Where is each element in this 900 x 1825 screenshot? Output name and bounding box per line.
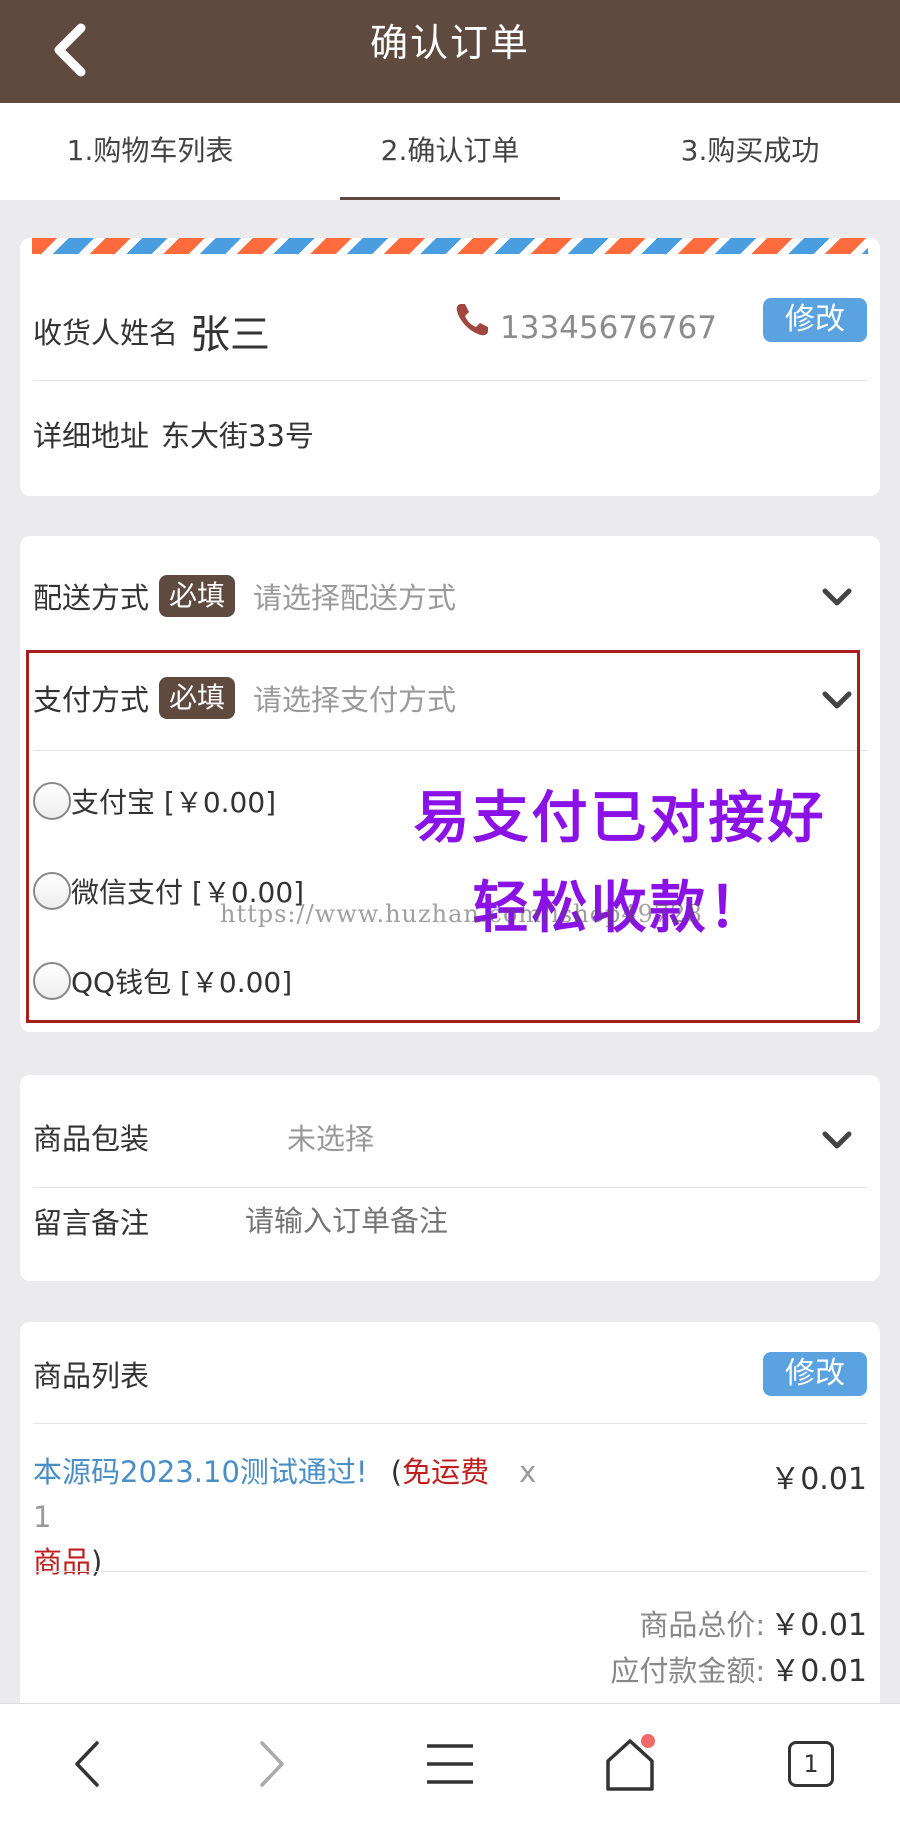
step-purchase-success[interactable]: 3.购买成功 [600,103,900,200]
watermark: https://www.huzhan.com/ishop49728 [220,900,703,928]
product-list-card: 商品列表 修改 本源码2023.10测试通过! (免运费 x 1 商品) ￥0.0… [20,1322,880,1712]
tabs-icon: 1 [788,1741,834,1787]
packaging-value: 未选择 [287,1122,375,1156]
product-list-title: 商品列表 [33,1359,150,1393]
payable-amount-value: ￥0.01 [770,1654,867,1689]
order-note-label: 留言备注 [33,1206,150,1240]
edit-products-button[interactable]: 修改 [763,1352,867,1396]
free-shipping-tag: 免运费 [402,1455,490,1489]
divider [33,1187,867,1188]
total-price-label: 商品总价: [639,1608,766,1642]
chevron-left-icon [75,1741,99,1787]
order-note-input[interactable] [245,1196,805,1246]
page-title: 确认订单 [369,21,530,65]
home-icon [606,1734,655,1791]
step-cart-list[interactable]: 1.购物车列表 [0,103,300,200]
address-label: 详细地址 [33,419,150,453]
divider [33,380,867,381]
envelope-stripe [32,238,868,254]
delivery-method-row[interactable]: 配送方式 必填 请选择配送方式 [33,566,867,626]
packaging-row[interactable]: 商品包装 未选择 [33,1107,867,1167]
recipient-name-label: 收货人姓名 [33,316,179,350]
browser-menu-button[interactable] [405,1724,495,1804]
browser-home-button[interactable] [585,1724,675,1804]
phone-number: 13345676767 [500,310,717,346]
extras-card: 商品包装 未选择 留言备注 [20,1075,880,1281]
step-confirm-order[interactable]: 2.确认订单 [300,103,600,200]
product-name[interactable]: 本源码2023.10测试通过! [33,1455,368,1489]
delivery-method-placeholder: 请选择配送方式 [253,581,457,615]
total-price-value: ￥0.01 [770,1608,867,1643]
product-price: ￥0.01 [770,1462,867,1497]
chevron-down-icon [822,588,852,606]
packaging-label: 商品包装 [33,1122,150,1156]
phone-icon [456,304,488,336]
payable-amount-row: 应付款金额: ￥0.01 [610,1646,867,1690]
browser-tabs-button[interactable]: 1 [766,1724,856,1804]
browser-toolbar: 1 [0,1703,900,1825]
browser-back-button[interactable] [44,1724,134,1804]
product-item: 本源码2023.10测试通过! (免运费 x 1 商品) [33,1450,553,1585]
delivery-method-label: 配送方式 [33,581,150,615]
address-value: 东大街33号 [161,419,314,453]
chevron-down-icon [822,1131,852,1149]
tag-paren-close: ) [91,1545,103,1579]
payable-amount-label: 应付款金额: [610,1654,766,1688]
tag-paren-open: ( [390,1455,403,1489]
recipient-name: 张三 [190,312,271,358]
required-badge: 必填 [159,575,236,617]
top-bar: 确认订单 [0,0,900,103]
divider [33,1571,867,1572]
menu-icon [427,1744,473,1784]
free-shipping-tag-cont: 商品 [33,1545,92,1579]
edit-address-button[interactable]: 修改 [763,298,867,342]
divider [33,1423,867,1424]
highlight-box [26,650,860,1023]
checkout-steps: 1.购物车列表 2.确认订单 3.购买成功 [0,103,900,200]
total-price-row: 商品总价: ￥0.01 [639,1600,867,1644]
address-card: 收货人姓名 张三 13345676767 修改 详细地址 东大街33号 [20,238,880,496]
chevron-right-icon [260,1741,284,1787]
tab-count: 1 [803,1750,819,1778]
browser-forward-button[interactable] [225,1724,315,1804]
